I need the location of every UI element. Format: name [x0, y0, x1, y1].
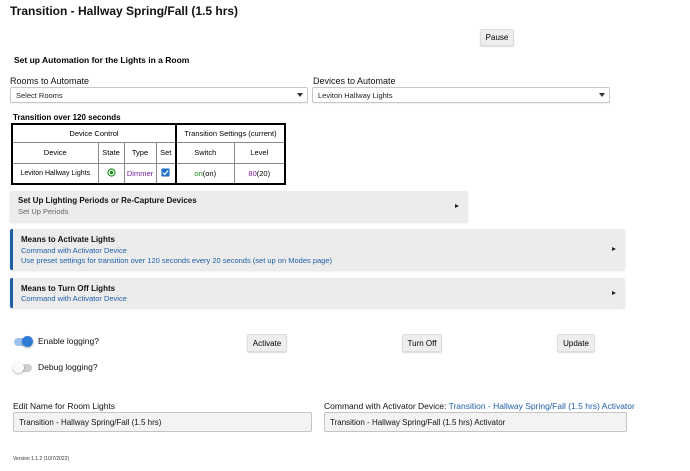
col-header-type: Type — [123, 141, 157, 164]
enable-logging-toggle[interactable] — [14, 336, 33, 347]
lighting-periods-subtitle: Set Up Periods — [18, 207, 69, 216]
toggle-knob[interactable] — [13, 362, 24, 373]
cell-state[interactable] — [97, 162, 125, 185]
activator-field-label: Command with Activator Device: Transitio… — [324, 401, 635, 411]
radio-on-icon[interactable] — [106, 168, 116, 177]
toggle-knob[interactable] — [22, 336, 33, 347]
lighting-periods-panel[interactable]: Set Up Lighting Periods or Re-Capture De… — [10, 191, 468, 222]
checkbox-checked-icon[interactable] — [161, 168, 170, 177]
activate-lights-line1: Command with Activator Device — [21, 246, 127, 255]
caret-down-icon — [599, 93, 605, 97]
table-caption: Transition over 120 seconds — [13, 113, 121, 122]
lighting-periods-title: Set Up Lighting Periods or Re-Capture De… — [18, 196, 197, 205]
activate-lights-line2: Use preset settings for transition over … — [21, 256, 333, 265]
activate-lights-panel[interactable]: Means to Activate Lights Command with Ac… — [10, 229, 625, 270]
triangle-right-icon — [455, 204, 459, 208]
col-header-switch: Switch — [175, 141, 235, 164]
activate-button[interactable]: Activate — [247, 334, 287, 352]
activate-lights-title: Means to Activate Lights — [21, 235, 115, 244]
setup-heading: Set up Automation for the Lights in a Ro… — [14, 55, 190, 65]
table-row: Leviton Hallway Lights Dimmer on(on) 80(… — [11, 162, 286, 185]
level-current: (20) — [256, 168, 271, 178]
debug-logging-label: Debug logging? — [38, 362, 98, 372]
pause-button[interactable]: Pause — [480, 29, 514, 46]
turn-off-lights-panel[interactable]: Means to Turn Off Lights Command with Ac… — [10, 278, 625, 308]
group-header-device-control: Device Control — [11, 123, 177, 143]
turn-off-button[interactable]: Turn Off — [402, 334, 442, 352]
col-header-state: State — [97, 141, 125, 164]
rooms-select[interactable]: Select Rooms — [10, 87, 308, 103]
col-header-device: Device — [11, 141, 99, 164]
level-value: 80 — [248, 168, 257, 178]
activator-name-input[interactable]: Transition - Hallway Spring/Fall (1.5 hr… — [324, 412, 627, 432]
room-lights-name-input[interactable]: Transition - Hallway Spring/Fall (1.5 hr… — [13, 412, 312, 432]
col-header-level: Level — [233, 141, 286, 164]
version-text: Version 1.1.2 (10/7/2022) — [13, 456, 70, 462]
turn-off-lights-line1: Command with Activator Device — [21, 294, 127, 303]
cell-type: Dimmer — [123, 162, 157, 185]
rooms-select-value: Select Rooms — [16, 90, 63, 100]
turn-off-lights-title: Means to Turn Off Lights — [21, 284, 116, 293]
rooms-label: Rooms to Automate — [10, 76, 90, 86]
activator-device-link[interactable]: Transition - Hallway Spring/Fall (1.5 hr… — [449, 401, 635, 411]
caret-down-icon — [297, 93, 303, 97]
cell-set[interactable] — [155, 162, 177, 185]
devices-select[interactable]: Leviton Hallway Lights — [312, 87, 610, 103]
update-button[interactable]: Update — [557, 334, 595, 352]
cell-switch: on(on) — [175, 162, 235, 185]
devices-label: Devices to Automate — [313, 76, 396, 86]
name-field-label: Edit Name for Room Lights — [13, 401, 116, 411]
page-title: Transition - Hallway Spring/Fall (1.5 hr… — [10, 4, 239, 18]
col-header-set: Set — [155, 141, 177, 164]
devices-select-value: Leviton Hallway Lights — [318, 90, 393, 100]
cell-device: Leviton Hallway Lights — [11, 162, 99, 185]
switch-current: (on) — [202, 168, 217, 178]
activator-label-prefix: Command with Activator Device: — [324, 401, 449, 411]
cell-level: 80(20) — [233, 162, 286, 185]
group-header-transition: Transition Settings (current) — [175, 123, 286, 143]
triangle-right-icon — [612, 291, 616, 295]
triangle-right-icon — [612, 247, 616, 251]
device-table: Device Control Transition Settings (curr… — [11, 123, 286, 185]
debug-logging-toggle[interactable] — [13, 362, 32, 373]
enable-logging-label: Enable logging? — [38, 336, 99, 346]
switch-value: on — [194, 168, 203, 178]
